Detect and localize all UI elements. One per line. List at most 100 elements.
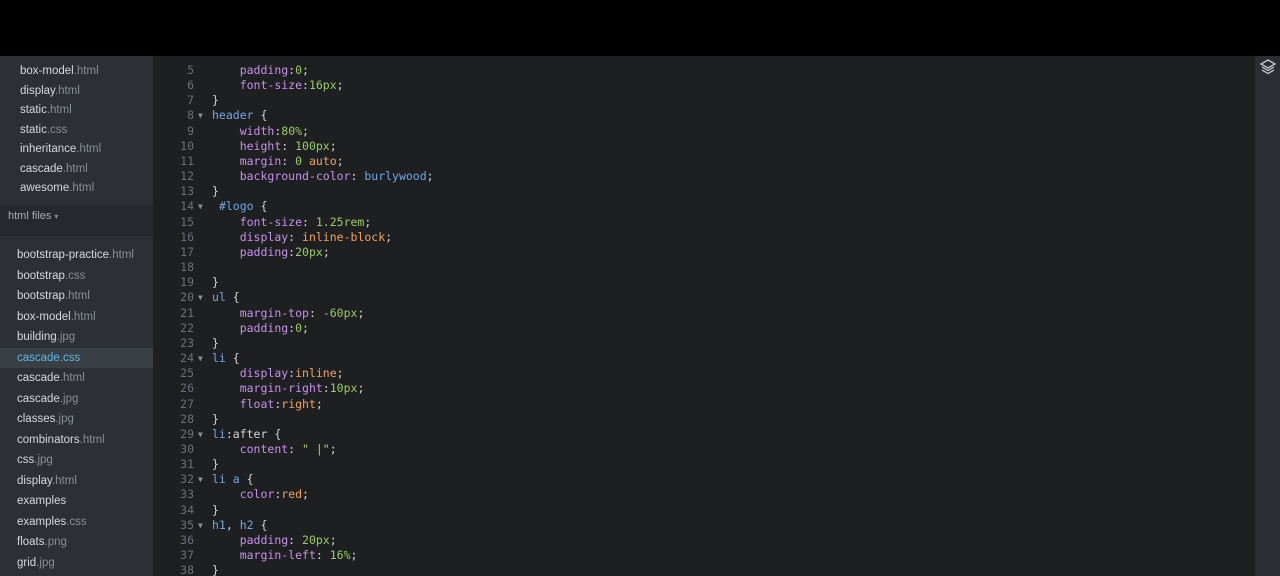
code-text: } [212, 457, 219, 472]
code-token: -60px [322, 305, 358, 320]
file-extension: .jpg [34, 454, 53, 466]
file-item[interactable]: box-model.html [17, 307, 96, 327]
code-token: padding [239, 244, 289, 259]
file-item[interactable]: display.html [20, 81, 80, 101]
code-token: 0 [295, 63, 303, 77]
file-item[interactable]: cascade.jpg [17, 389, 78, 409]
file-item[interactable]: cascade.css [0, 347, 153, 368]
file-item[interactable]: static.html [20, 100, 72, 120]
fold-arrow-icon[interactable]: ▼ [198, 351, 208, 366]
code-token: right [281, 396, 316, 411]
file-item[interactable]: examples.css [17, 512, 87, 532]
file-item[interactable]: bootstrap.css [17, 266, 85, 286]
file-item[interactable]: examples [17, 491, 66, 511]
file-item[interactable]: combinators.html [17, 430, 105, 450]
file-item[interactable]: grid.jpg [17, 553, 55, 573]
code-text: float:right; [212, 397, 323, 412]
file-extension: .css [66, 515, 87, 528]
line-number: 17 [180, 244, 194, 259]
file-item[interactable]: css.jpg [17, 450, 53, 470]
file-item[interactable]: awesome.html [20, 178, 94, 198]
code-token: 10px [329, 381, 358, 396]
code-token: 20px [295, 244, 323, 259]
code-token: ; [322, 244, 330, 259]
file-item[interactable]: bootstrap.html [17, 286, 90, 306]
code-token: } [212, 457, 219, 472]
folder-header-html-files[interactable]: html files ▾ [0, 206, 153, 236]
file-name: display [17, 474, 52, 487]
file-item[interactable]: cascade.html [17, 368, 85, 388]
code-text: li:after { [212, 427, 281, 442]
code-line: 19} [153, 275, 1255, 290]
code-line: 9 width:80%; [153, 124, 1255, 139]
file-item[interactable]: inheritance.html [20, 139, 101, 159]
line-number: 9 [187, 123, 194, 138]
file-extension: .jpg [56, 331, 76, 343]
file-item[interactable]: box-model.html [20, 61, 99, 81]
layers-icon[interactable] [1259, 58, 1277, 76]
code-text: padding:20px; [212, 245, 330, 260]
code-token: : [308, 305, 323, 320]
code-token: :after { [225, 426, 282, 441]
code-line: 26 margin-right:10px; [153, 381, 1255, 396]
line-number: 29 [180, 426, 194, 441]
code-token: { [225, 351, 240, 366]
fold-arrow-icon[interactable]: ▼ [198, 290, 208, 305]
code-token: li [212, 351, 226, 366]
code-text: content: " |"; [212, 442, 337, 457]
code-line: 13} [153, 184, 1255, 199]
fold-arrow-icon[interactable]: ▼ [198, 472, 208, 487]
line-number: 16 [180, 229, 194, 244]
code-text: li a { [212, 472, 254, 487]
code-editor[interactable]: 5 padding:0; 6 font-size:16px; 7} 8 ▼ header … [153, 56, 1255, 576]
code-token: 0 [295, 153, 303, 168]
file-name: bootstrap-practice [17, 249, 110, 261]
file-item[interactable]: static.css [20, 120, 67, 140]
code-text: display:inline; [212, 366, 344, 381]
code-text: font-size: 1.25rem; [212, 215, 372, 230]
line-number: 12 [180, 169, 194, 184]
code-text: padding:0; [212, 321, 309, 336]
file-extension: .html [62, 162, 88, 175]
chevron-down-icon[interactable]: ▾ [54, 212, 58, 221]
file-name: bootstrap [17, 290, 65, 302]
code-token: ; [336, 366, 344, 381]
file-item[interactable]: building.jpg [17, 327, 75, 347]
file-extension: .html [76, 143, 102, 155]
code-token: margin-left [239, 548, 316, 563]
code-line: 16 display: inline-block; [153, 230, 1255, 245]
code-token: { [253, 199, 268, 214]
code-token: " |" [302, 442, 330, 456]
line-number: 20 [180, 290, 194, 305]
code-token: : [281, 138, 296, 153]
code-token: 80% [281, 123, 303, 138]
line-number: 28 [180, 411, 194, 426]
file-item[interactable]: classes.jpg [17, 409, 74, 429]
file-name: cascade [17, 372, 60, 384]
line-number: 24 [180, 351, 194, 366]
file-item[interactable]: floats.png [17, 532, 67, 552]
fold-arrow-icon[interactable]: ▼ [198, 199, 208, 214]
code-text: display: inline-block; [212, 230, 392, 245]
file-extension: .png [44, 536, 67, 548]
code-token: float [239, 396, 275, 411]
file-item[interactable]: cascade.html [20, 159, 88, 179]
file-item[interactable]: display.html [17, 471, 77, 491]
code-token: , [225, 517, 240, 532]
code-token: ; [329, 138, 337, 153]
fold-arrow-icon[interactable]: ▼ [198, 518, 208, 533]
fold-arrow-icon[interactable]: ▼ [198, 427, 208, 442]
file-item[interactable]: bootstrap-practice.html [17, 245, 134, 265]
line-number: 37 [180, 548, 194, 563]
code-token: burlywood [364, 169, 427, 184]
code-line: 37 margin-left: 16%; [153, 548, 1255, 563]
code-line: 25 display:inline; [153, 366, 1255, 381]
fold-arrow-icon[interactable]: ▼ [198, 108, 208, 123]
line-number: 7 [187, 93, 194, 108]
code-token: padding [239, 320, 289, 335]
